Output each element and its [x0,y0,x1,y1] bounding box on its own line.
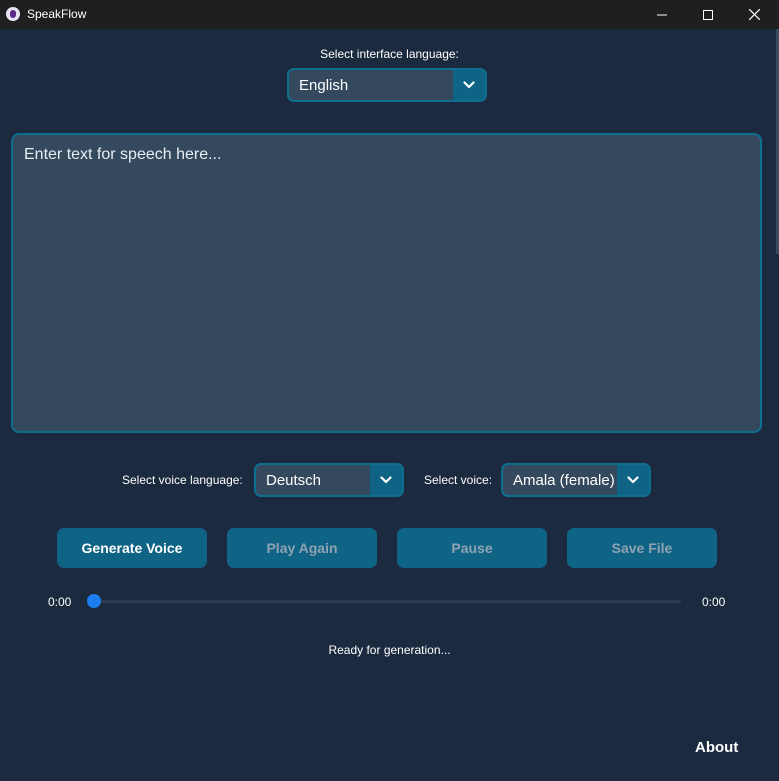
save-file-button[interactable]: Save File [567,528,717,568]
generate-voice-button[interactable]: Generate Voice [57,528,207,568]
close-icon [748,9,760,20]
voice-language-value: Deutsch [266,471,322,489]
current-time: 0:00 [48,595,72,609]
voice-language-label: Select voice language: [122,473,243,487]
close-button[interactable] [731,0,777,29]
play-again-button[interactable]: Play Again [227,528,377,568]
minimize-button[interactable] [639,0,685,29]
app-logo-icon [6,7,20,21]
interface-language-dropdown[interactable]: English [287,68,487,102]
voice-dropdown[interactable]: Amala (female) [501,463,651,497]
maximize-button[interactable] [685,0,731,29]
playback-slider-thumb[interactable] [87,594,101,608]
app-window: SpeakFlow Select interface language: Eng… [0,0,779,781]
interface-language-label: Select interface language: [320,47,459,61]
status-text: Ready for generation... [328,643,451,657]
voice-label: Select voice: [424,473,493,487]
window-title: SpeakFlow [27,7,87,21]
title-bar: SpeakFlow [0,0,779,29]
interface-language-value: English [299,76,349,94]
voice-value: Amala (female) [513,471,615,489]
speech-text-input[interactable]: Enter text for speech here... [11,133,762,433]
chevron-down-icon[interactable] [370,465,402,495]
chevron-down-icon[interactable] [453,70,485,100]
total-time: 0:00 [702,595,726,609]
voice-language-dropdown[interactable]: Deutsch [254,463,404,497]
maximize-icon [703,9,713,20]
speech-text-placeholder: Enter text for speech here... [24,146,222,163]
playback-slider[interactable] [94,600,681,603]
chevron-down-icon[interactable] [617,465,649,495]
about-link[interactable]: About [695,739,738,756]
pause-button[interactable]: Pause [397,528,547,568]
minimize-icon [657,14,667,15]
